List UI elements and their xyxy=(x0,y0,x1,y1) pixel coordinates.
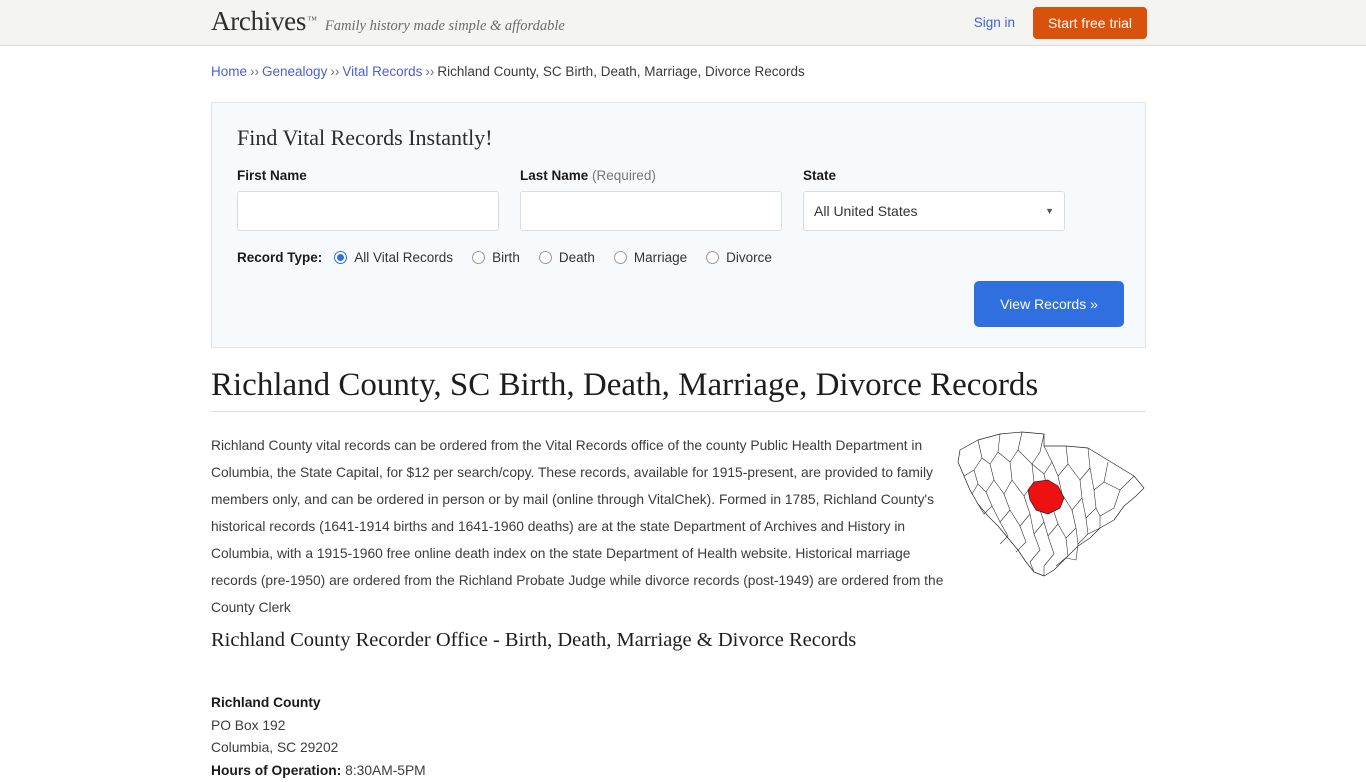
radio-icon xyxy=(706,251,719,264)
page-title: Richland County, SC Birth, Death, Marria… xyxy=(211,367,1038,404)
state-select[interactable]: All United States ▼ xyxy=(803,191,1065,231)
record-type-row: Record Type: All Vital Records Birth Dea… xyxy=(237,250,791,265)
office-city-state-zip: Columbia, SC 29202 xyxy=(211,737,426,760)
south-carolina-county-map xyxy=(948,424,1153,589)
radio-label-all: All Vital Records xyxy=(354,250,453,265)
last-name-label-text: Last Name xyxy=(520,168,588,183)
last-name-input[interactable] xyxy=(520,191,782,231)
vital-records-search-panel: Find Vital Records Instantly! First Name… xyxy=(211,102,1146,348)
last-name-required-note: (Required) xyxy=(592,168,656,183)
radio-death[interactable]: Death xyxy=(539,250,595,265)
search-panel-title: Find Vital Records Instantly! xyxy=(237,125,493,151)
office-hours-value: 8:30AM-5PM xyxy=(345,763,426,778)
breadcrumb-item-current: Richland County, SC Birth, Death, Marria… xyxy=(437,64,804,79)
header-inner: Archives™ Family history made simple & a… xyxy=(0,0,1366,45)
first-name-label-text: First Name xyxy=(237,168,307,183)
radio-label-marriage: Marriage xyxy=(634,250,687,265)
state-label: State xyxy=(803,168,836,183)
office-hours-label: Hours of Operation: xyxy=(211,763,341,778)
breadcrumb: Home››Genealogy››Vital Records››Richland… xyxy=(211,64,805,79)
radio-birth[interactable]: Birth xyxy=(472,250,520,265)
sign-in-link[interactable]: Sign in xyxy=(974,15,1015,30)
breadcrumb-item-genealogy[interactable]: Genealogy xyxy=(262,64,327,79)
radio-icon-selected xyxy=(334,251,347,264)
radio-icon xyxy=(539,251,552,264)
radio-all-vital-records[interactable]: All Vital Records xyxy=(334,250,453,265)
header-actions: Sign in Start free trial xyxy=(974,0,1147,45)
state-select-value: All United States xyxy=(814,203,1045,219)
site-logo[interactable]: Archives™ Family history made simple & a… xyxy=(211,8,565,35)
radio-label-birth: Birth xyxy=(492,250,520,265)
office-hours-line: Hours of Operation: 8:30AM-5PM xyxy=(211,760,426,782)
logo-tagline: Family history made simple & affordable xyxy=(325,18,565,35)
title-divider xyxy=(211,411,1146,412)
office-street: PO Box 192 xyxy=(211,715,426,738)
radio-icon xyxy=(614,251,627,264)
breadcrumb-item-vital-records[interactable]: Vital Records xyxy=(342,64,422,79)
breadcrumb-separator: ›› xyxy=(250,64,259,79)
office-name: Richland County xyxy=(211,692,426,715)
radio-label-death: Death xyxy=(559,250,595,265)
radio-marriage[interactable]: Marriage xyxy=(614,250,687,265)
view-records-button[interactable]: View Records » xyxy=(974,281,1124,327)
state-label-text: State xyxy=(803,168,836,183)
chevron-down-icon: ▼ xyxy=(1045,207,1054,216)
trademark-icon: ™ xyxy=(307,15,317,26)
recorder-office-address: Richland County PO Box 192 Columbia, SC … xyxy=(211,692,426,782)
start-free-trial-button[interactable]: Start free trial xyxy=(1033,7,1147,39)
first-name-label: First Name xyxy=(237,168,307,183)
breadcrumb-separator: ›› xyxy=(425,64,434,79)
first-name-input[interactable] xyxy=(237,191,499,231)
recorder-office-section-title: Richland County Recorder Office - Birth,… xyxy=(211,629,856,652)
breadcrumb-separator: ›› xyxy=(330,64,339,79)
breadcrumb-item-home[interactable]: Home xyxy=(211,64,247,79)
record-type-label: Record Type: xyxy=(237,250,322,265)
last-name-label: Last Name (Required) xyxy=(520,168,656,183)
site-header: Archives™ Family history made simple & a… xyxy=(0,0,1366,46)
radio-icon xyxy=(472,251,485,264)
radio-label-divorce: Divorce xyxy=(726,250,772,265)
radio-divorce[interactable]: Divorce xyxy=(706,250,772,265)
county-description-text: Richland County vital records can be ord… xyxy=(211,432,945,621)
logo-wordmark: Archives xyxy=(211,8,306,35)
